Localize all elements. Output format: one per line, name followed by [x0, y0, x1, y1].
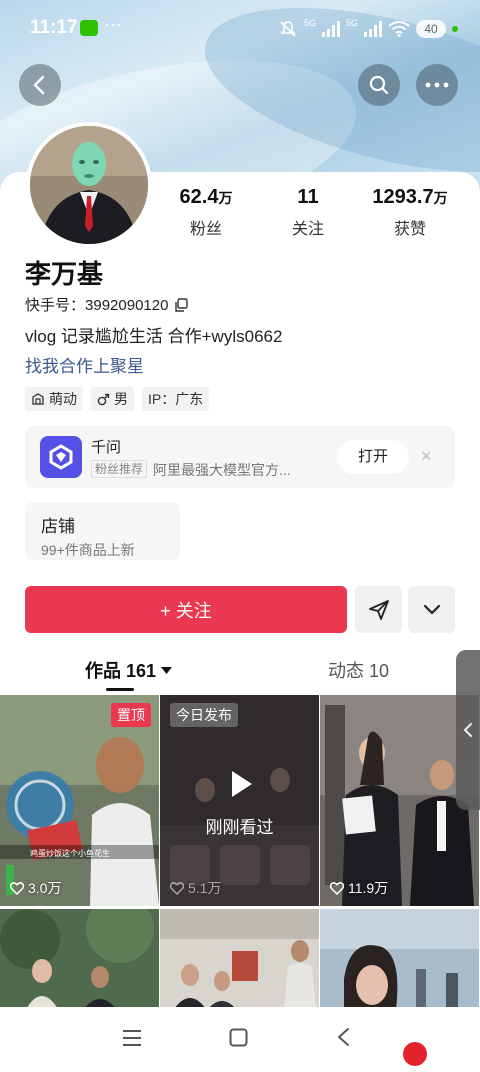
video-item[interactable]: 鸡蛋炒饭这个小鱼花生 置顶 3.0万	[0, 695, 159, 906]
followers-unit: 万	[218, 190, 233, 206]
status-time: 11:17	[30, 17, 78, 38]
likes-count: 1293.7	[372, 186, 434, 208]
video-likes-count: 11.9万	[348, 880, 389, 896]
qianwen-logo-icon	[40, 436, 82, 478]
shop-subtitle: 99+件商品上新	[41, 542, 135, 558]
followers-count: 62.4	[179, 186, 219, 208]
today-published-badge: 今日发布	[170, 703, 238, 727]
recommended-app-title: 千问	[91, 439, 122, 456]
video-item[interactable]	[0, 909, 159, 1009]
more-button[interactable]	[416, 64, 458, 106]
copy-icon[interactable]	[174, 297, 189, 312]
following-label: 关注	[291, 221, 324, 238]
tab-works[interactable]: 作品 161	[85, 657, 173, 683]
close-icon[interactable]: ×	[421, 446, 432, 467]
tag-ip-location: IP：广东	[142, 387, 210, 411]
network-5g-label-2: 5G	[345, 18, 358, 28]
tag-label: IP：广东	[148, 391, 204, 407]
male-icon	[97, 393, 110, 405]
tag-gender: 男	[91, 387, 134, 411]
search-icon	[369, 75, 389, 95]
signal-icon-2	[364, 21, 382, 37]
chevron-left-icon	[463, 723, 472, 737]
message-button[interactable]	[355, 586, 402, 633]
tab-moments[interactable]: 动态 10	[328, 657, 389, 683]
recommended-app-card[interactable]: 千问 粉丝推荐 阿里最强大模型官方... 打开 ×	[25, 426, 455, 488]
shop-title: 店铺	[41, 517, 75, 536]
following-count: 11	[297, 186, 319, 208]
signal-icon	[321, 21, 340, 37]
search-button[interactable]	[358, 64, 400, 106]
battery-indicator: 40	[416, 20, 446, 38]
recently-viewed-label: 刚刚看过	[205, 818, 274, 837]
wechat-icon	[80, 20, 98, 36]
profile-tags: 萌动 男 IP：广东	[25, 387, 210, 411]
video-likes: 11.9万	[330, 878, 388, 898]
tab-works-label: 作品 161	[85, 661, 157, 681]
back-button[interactable]	[19, 64, 61, 106]
system-navigation-bar	[0, 1007, 480, 1068]
video-grid: 鸡蛋炒饭这个小鱼花生 置顶 3.0万 今日发布 刚刚看过 5.1万 11.9万	[0, 695, 480, 1015]
tag-label: 男	[114, 391, 128, 407]
video-item[interactable]	[320, 909, 479, 1009]
chevron-down-icon	[423, 604, 440, 614]
screen-record-indicator[interactable]	[403, 1042, 427, 1066]
stat-likes[interactable]: 1293.7万 获赞	[366, 186, 454, 239]
avatar-image	[30, 126, 148, 244]
account-id-row: 快手号：3992090120	[25, 294, 189, 315]
likes-unit: 万	[433, 190, 448, 206]
wifi-icon	[388, 21, 410, 37]
privacy-dot-icon	[452, 26, 458, 32]
video-likes: 3.0万	[10, 878, 61, 898]
play-icon	[232, 771, 252, 797]
more-notifications-icon: ···	[104, 14, 122, 34]
home-icon[interactable]	[229, 1028, 248, 1047]
stat-following[interactable]: 11 关注	[278, 186, 338, 239]
video-caption: 鸡蛋炒饭这个小鱼花生	[30, 848, 110, 858]
fan-recommend-badge: 粉丝推荐	[91, 460, 148, 478]
video-item[interactable]	[160, 909, 319, 1009]
tag-constellation: 萌动	[25, 387, 83, 411]
back-nav-icon[interactable]	[336, 1027, 350, 1047]
likes-label: 获赞	[393, 221, 426, 238]
send-icon	[368, 599, 389, 620]
account-id-label: 快手号：	[25, 297, 86, 314]
tag-label: 萌动	[49, 391, 77, 407]
status-bar: 11:17 ··· 5G 5G 40	[0, 0, 480, 58]
account-id-value: 3992090120	[85, 297, 169, 314]
video-thumbnail	[160, 909, 319, 1009]
menu-icon[interactable]	[122, 1029, 142, 1047]
video-likes: 5.1万	[170, 878, 221, 898]
active-tab-indicator	[106, 688, 134, 691]
profile-bio: vlog 记录尴尬生活 合作+wyls0662	[25, 327, 283, 346]
caret-down-icon	[161, 666, 173, 674]
followers-label: 粉丝	[189, 221, 222, 238]
heart-icon	[170, 881, 184, 895]
recommended-app-desc: 阿里最强大模型官方...	[153, 462, 291, 478]
more-options-button[interactable]	[408, 586, 455, 633]
shop-entry[interactable]: 店铺 99+件商品上新	[25, 502, 180, 560]
follow-button[interactable]: + 关注	[25, 586, 347, 633]
video-likes-count: 5.1万	[188, 880, 222, 896]
open-app-button[interactable]: 打开	[337, 440, 409, 474]
pinned-badge: 置顶	[111, 703, 151, 727]
video-thumbnail	[0, 909, 159, 1009]
collaboration-link[interactable]: 找我合作上聚星	[25, 352, 144, 377]
mute-icon	[280, 21, 296, 37]
cute-icon	[32, 393, 44, 405]
video-thumbnail	[320, 909, 479, 1009]
avatar[interactable]	[26, 122, 152, 248]
network-5g-label: 5G	[303, 18, 316, 28]
profile-name: 李万基	[25, 259, 104, 289]
heart-icon	[330, 881, 344, 895]
stat-followers[interactable]: 62.4万 粉丝	[170, 186, 242, 239]
chevron-left-icon	[33, 75, 45, 95]
follow-label: + 关注	[160, 600, 212, 621]
side-drawer-handle[interactable]	[456, 650, 480, 810]
more-dots-icon	[425, 82, 449, 88]
heart-icon	[10, 881, 24, 895]
video-likes-count: 3.0万	[28, 880, 62, 896]
video-item[interactable]: 今日发布 刚刚看过 5.1万	[160, 695, 319, 906]
